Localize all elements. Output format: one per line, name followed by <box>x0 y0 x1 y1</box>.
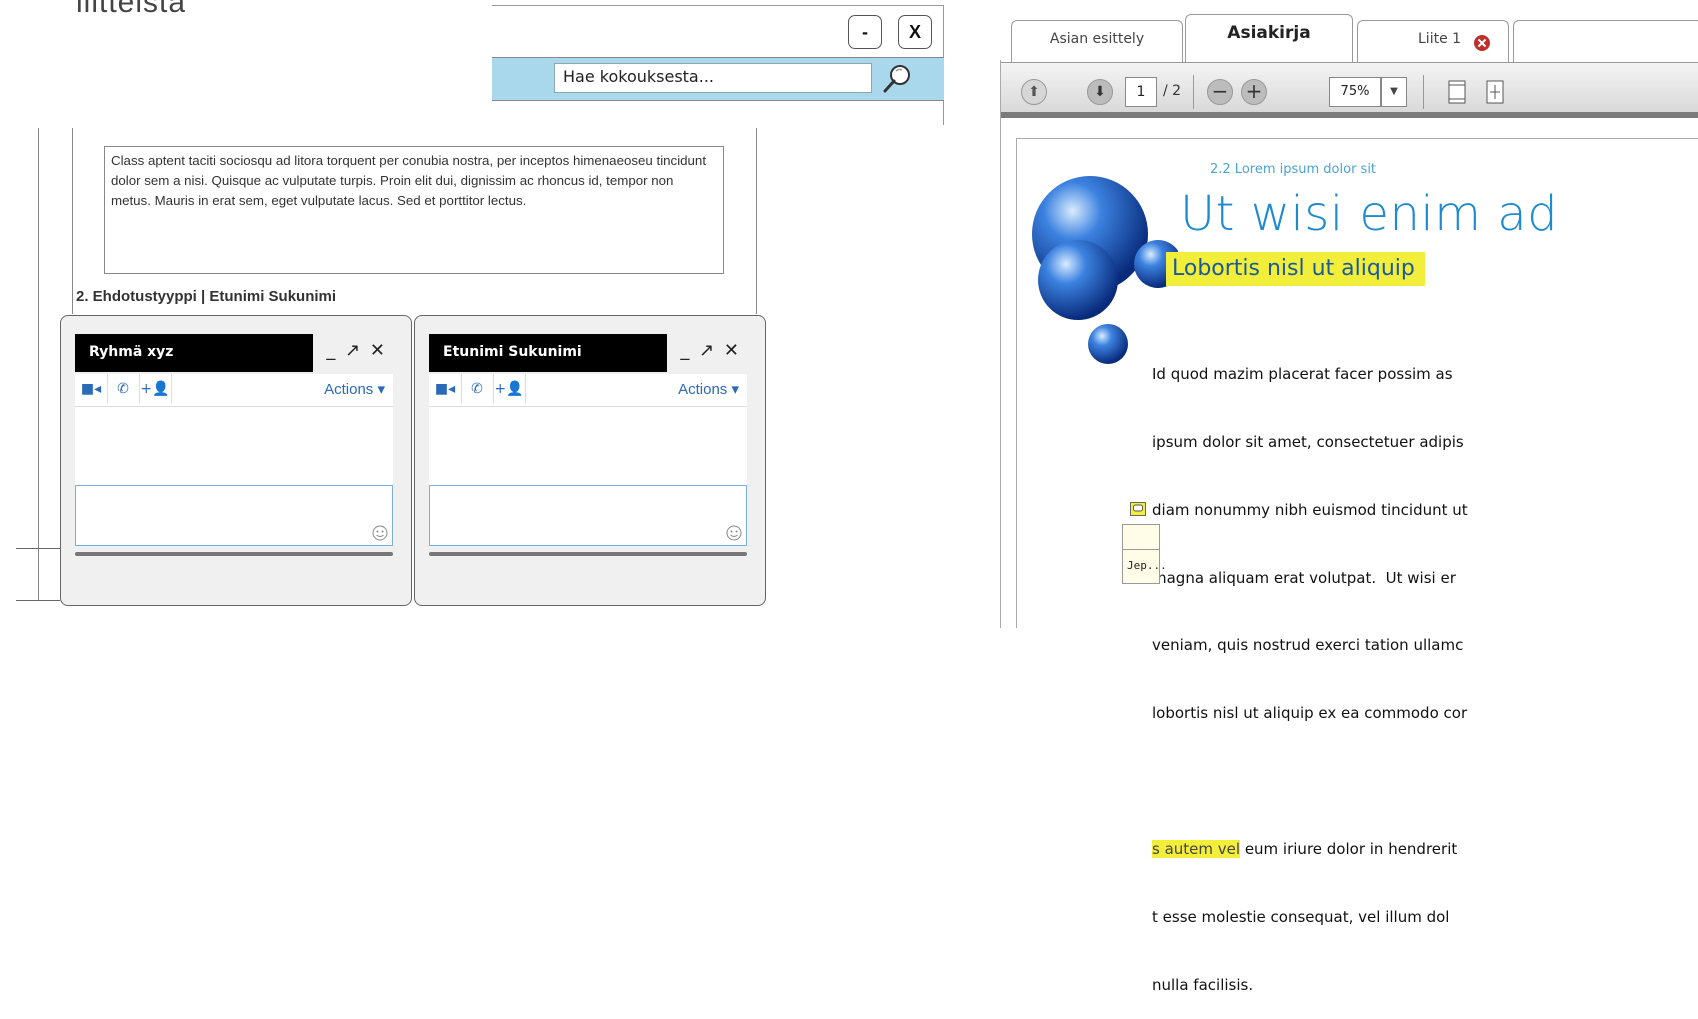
tab-liite-1[interactable]: Liite 1 <box>1357 20 1509 62</box>
document-frame <box>38 128 39 600</box>
document-frame <box>72 128 73 314</box>
chat-toolbar: ■◂ ✆ +👤 Actions ▾ <box>75 374 393 407</box>
chat-title: Etunimi Sukunimi <box>443 344 582 360</box>
body-text: Id quod mazim placerat facer possim as i… <box>1152 318 1698 1019</box>
previous-page-icon[interactable]: ⬆ <box>1021 79 1047 105</box>
next-page-icon[interactable]: ⬇ <box>1087 79 1113 105</box>
page-title: Ut wisi enim ad <box>1180 186 1559 242</box>
comment-popup[interactable]: Jep... <box>1122 524 1167 584</box>
divider <box>16 600 60 601</box>
search-window: - X Hae kokouksesta... <box>492 5 944 125</box>
search-bar: Hae kokouksesta... <box>492 57 944 101</box>
fit-height-icon[interactable] <box>1445 77 1469 107</box>
body-line: diam nonummy nibh euismod tincidunt ut <box>1152 500 1468 519</box>
section-heading: 2. Ehdotustyyppi | Etunimi Sukunimi <box>76 288 337 305</box>
phone-icon[interactable]: ✆ <box>461 374 494 404</box>
add-person-icon[interactable]: +👤 <box>493 374 526 404</box>
chat-input[interactable] <box>75 485 393 546</box>
video-call-icon[interactable]: ■◂ <box>429 374 462 404</box>
zoom-out-icon[interactable]: − <box>1207 79 1233 105</box>
chat-log <box>75 407 393 485</box>
tab-asian-esittely[interactable]: Asian esittely <box>1011 20 1183 62</box>
comment-text: Jep... <box>1127 559 1167 572</box>
proposal-text: Class aptent taciti sociosqu ad litora t… <box>104 146 724 274</box>
search-input[interactable]: Hae kokouksesta... <box>554 63 872 93</box>
tab-label: Liite 1 <box>1418 31 1462 47</box>
body-line: magna aliquam erat volutpat. Ut wisi er <box>1152 568 1456 587</box>
tab-bar: Asian esittely Asiakirja Liite 1 <box>1001 0 1698 63</box>
chat-title: Ryhmä xyz <box>89 344 174 360</box>
chat-footer <box>75 552 393 556</box>
smiley-icon[interactable] <box>726 525 742 541</box>
zoom-level[interactable]: 75% <box>1329 77 1381 107</box>
pdf-toolbar: ⬆ ⬇ 1 / 2 − + 75% ▼ <box>1001 62 1698 118</box>
viewer-border <box>1000 60 1001 628</box>
highlighted-text[interactable]: s autem vel <box>1152 840 1241 859</box>
add-person-icon[interactable]: +👤 <box>139 374 172 404</box>
fit-page-icon[interactable] <box>1483 77 1507 107</box>
document-frame <box>756 128 757 314</box>
page-heading: liitteistä <box>76 0 187 19</box>
close-button[interactable]: X <box>898 15 932 49</box>
chat-window-controls[interactable]: _ ↗ ✕ <box>326 340 387 361</box>
body-line: Id quod mazim placerat facer possim as <box>1152 365 1453 384</box>
comment-icon[interactable] <box>1130 502 1146 516</box>
body-line: ipsum dolor sit amet, consectetuer adipi… <box>1152 432 1464 451</box>
smiley-icon[interactable] <box>372 525 388 541</box>
body-line: s autem vel eum iriure dolor in hendreri… <box>1152 840 1458 859</box>
tab-asiakirja[interactable]: Asiakirja <box>1185 14 1353 63</box>
chat-log <box>429 407 747 485</box>
highlighted-subtitle: Lobortis nisl ut aliquip <box>1166 252 1425 286</box>
divider <box>16 548 60 549</box>
chat-input[interactable] <box>429 485 747 546</box>
body-line: nulla facilisis. <box>1152 975 1254 994</box>
chat-window: Ryhmä xyz _ ↗ ✕ ■◂ ✆ +👤 Actions ▾ <box>60 315 412 606</box>
phone-icon[interactable]: ✆ <box>107 374 140 404</box>
body-line: veniam, quis nostrud exerci tation ullam… <box>1152 636 1464 655</box>
page-subheading: 2.2 Lorem ipsum dolor sit <box>1210 162 1377 177</box>
window-border <box>492 5 944 6</box>
toolbar-separator <box>1423 75 1424 109</box>
chat-header[interactable]: Ryhmä xyz _ ↗ ✕ <box>75 334 393 372</box>
chat-header[interactable]: Etunimi Sukunimi _ ↗ ✕ <box>429 334 747 372</box>
video-call-icon[interactable]: ■◂ <box>75 374 108 404</box>
tab-next[interactable] <box>1513 20 1698 62</box>
body-line: lobortis nisl ut aliquip ex ea commodo c… <box>1152 704 1468 723</box>
chat-footer <box>429 552 747 556</box>
zoom-in-icon[interactable]: + <box>1241 79 1267 105</box>
chat-window: Etunimi Sukunimi _ ↗ ✕ ■◂ ✆ +👤 Actions ▾ <box>414 315 766 606</box>
chat-toolbar: ■◂ ✆ +👤 Actions ▾ <box>429 374 747 407</box>
close-tab-icon[interactable] <box>1472 33 1492 53</box>
search-icon[interactable] <box>880 62 914 96</box>
body-line: t esse molestie consequat, vel illum dol <box>1152 907 1450 926</box>
actions-menu[interactable]: Actions ▾ <box>678 380 739 398</box>
page-total: / 2 <box>1163 83 1182 99</box>
minimize-button[interactable]: - <box>848 15 882 49</box>
toolbar-separator <box>1193 75 1194 109</box>
chat-window-controls[interactable]: _ ↗ ✕ <box>680 340 741 361</box>
actions-menu[interactable]: Actions ▾ <box>324 380 385 398</box>
page-number-input[interactable]: 1 <box>1125 77 1157 107</box>
zoom-dropdown-icon[interactable]: ▼ <box>1381 77 1407 107</box>
